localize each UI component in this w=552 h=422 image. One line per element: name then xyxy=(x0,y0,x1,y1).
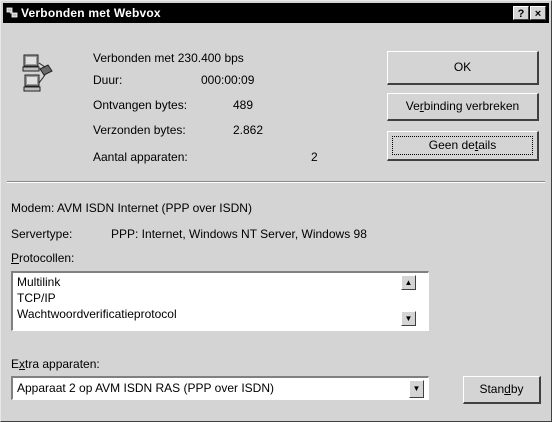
devices-label: Aantal apparaten: xyxy=(93,150,188,164)
network-computers-icon xyxy=(22,54,53,92)
disconnect-label: Verbinding verbreken xyxy=(405,99,520,113)
scroll-up-arrow[interactable]: ▲ xyxy=(401,275,416,290)
focus-rectangle xyxy=(392,136,533,155)
protocols-listbox[interactable]: Multilink TCP/IP Wachtwoordverificatiepr… xyxy=(11,271,429,331)
servertype-value: PPP: Internet, Windows NT Server, Window… xyxy=(111,227,367,241)
details-button[interactable]: Geen details xyxy=(387,131,539,161)
separator-highlight xyxy=(7,182,545,183)
standby-label: Standby xyxy=(479,382,524,396)
extra-devices-label: Extra apparaten: xyxy=(11,357,100,371)
chevron-down-icon[interactable]: ▼ xyxy=(409,380,424,398)
protocols-label: Protocollen: xyxy=(11,251,75,265)
list-item[interactable]: Wachtwoordverificatieprotocol xyxy=(17,307,177,321)
standby-button[interactable]: Standby xyxy=(463,376,541,404)
sent-value: 2.862 xyxy=(233,123,264,137)
extra-devices-dropdown[interactable]: Apparaat 2 op AVM ISDN RAS (PPP over ISD… xyxy=(11,376,429,400)
devices-value: 2 xyxy=(311,150,318,164)
list-item[interactable]: Multilink xyxy=(17,275,60,289)
ok-button[interactable]: OK xyxy=(387,51,539,85)
disconnect-button[interactable]: Verbinding verbreken xyxy=(387,93,539,121)
duration-label: Duur: xyxy=(93,73,123,87)
duration-value: 000:00:09 xyxy=(201,73,255,87)
dropdown-value: Apparaat 2 op AVM ISDN RAS (PPP over ISD… xyxy=(17,381,274,395)
servertype-label: Servertype: xyxy=(11,227,73,241)
sent-label: Verzonden bytes: xyxy=(93,123,186,137)
list-item[interactable]: TCP/IP xyxy=(17,291,56,305)
title-bar[interactable]: Verbonden met Webvox ? × xyxy=(3,3,549,23)
dialog-window: Verbonden met Webvox ? × Verbonden met 2… xyxy=(0,0,552,422)
scroll-down-arrow[interactable]: ▼ xyxy=(401,311,416,326)
modem-info: Modem: AVM ISDN Internet (PPP over ISDN) xyxy=(11,201,252,215)
window-title: Verbonden met Webvox xyxy=(21,6,161,20)
close-button[interactable]: × xyxy=(530,6,546,20)
dialup-icon xyxy=(6,7,18,18)
received-label: Ontvangen bytes: xyxy=(93,98,188,112)
received-value: 489 xyxy=(233,98,254,112)
help-button[interactable]: ? xyxy=(513,6,529,20)
connected-speed: Verbonden met 230.400 bps xyxy=(93,51,244,65)
